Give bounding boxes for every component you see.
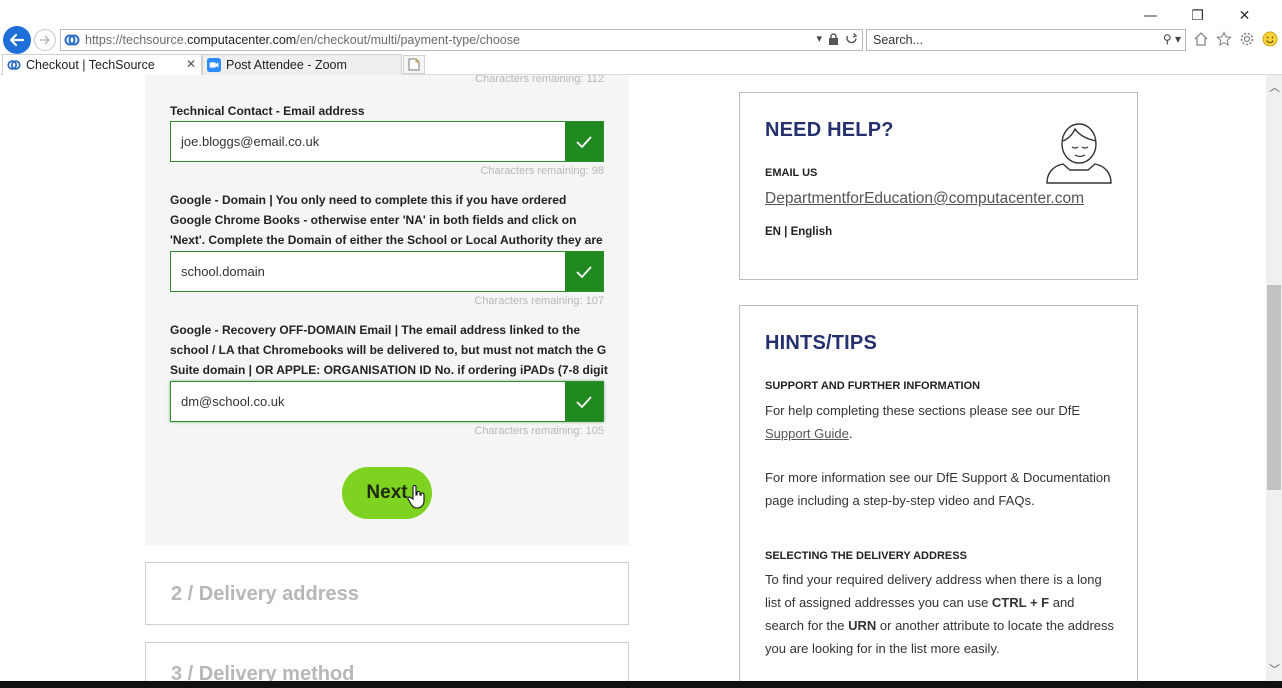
page-content: Characters remaining: 112 Technical Cont…: [0, 75, 1266, 681]
address-url: https://techsource.computacenter.com/en/…: [85, 33, 520, 47]
address-domain: computacenter.com: [187, 33, 297, 47]
chars-remaining: Characters remaining: 112: [475, 75, 604, 85]
new-tab-button[interactable]: [403, 55, 425, 74]
gear-icon[interactable]: [1238, 30, 1256, 48]
zoom-video-icon: [207, 58, 221, 72]
tab-label: Checkout | TechSource: [26, 58, 155, 72]
search-icon[interactable]: ⚲ ▾: [1163, 32, 1181, 46]
page-scrollbar[interactable]: ︿ ﹀: [1266, 75, 1282, 681]
taskbar-edge: [0, 681, 1282, 688]
favorites-star-icon[interactable]: [1215, 30, 1233, 48]
new-tab-icon: [408, 58, 420, 71]
tab-strip: Checkout | TechSource ✕ Post Attendee - …: [0, 54, 1282, 75]
address-path: /en/checkout/multi/payment-type/choose: [296, 33, 520, 47]
keyboard-shortcut: CTRL + F: [991, 595, 1050, 610]
arrow-left-icon: [9, 33, 25, 47]
step-delivery-address[interactable]: 2 / Delivery address: [145, 562, 629, 625]
dropdown-arrow-icon[interactable]: ▾: [816, 32, 822, 45]
urn-term: URN: [848, 618, 877, 633]
lock-icon[interactable]: [828, 32, 839, 45]
delivery-address-heading: SELECTING THE DELIVERY ADDRESS: [765, 550, 967, 562]
hints-tips-panel: HINTS/TIPS SUPPORT AND FURTHER INFORMATI…: [739, 305, 1138, 681]
hints-tips-title: HINTS/TIPS: [765, 332, 878, 354]
browser-toolbar-icons: [1192, 30, 1279, 48]
check-icon: [565, 122, 603, 161]
need-help-title: NEED HELP?: [765, 119, 894, 141]
navigation-row: https://techsource.computacenter.com/en/…: [0, 26, 1282, 54]
google-recovery-email-field[interactable]: dm@school.co.uk: [170, 381, 604, 422]
support-heading: SUPPORT AND FURTHER INFORMATION: [765, 380, 981, 392]
check-icon: [565, 382, 603, 421]
hand-cursor-icon: [407, 485, 425, 509]
tab-checkout[interactable]: Checkout | TechSource ✕: [2, 54, 202, 75]
next-button-label: Next: [366, 482, 408, 503]
tab-zoom[interactable]: Post Attendee - Zoom: [202, 54, 402, 75]
home-icon[interactable]: [1192, 30, 1210, 48]
scrollbar-thumb[interactable]: [1267, 285, 1281, 490]
support-text-end: .: [848, 426, 853, 441]
smiley-feedback-icon[interactable]: [1261, 30, 1279, 48]
close-window-button[interactable]: ✕: [1221, 6, 1268, 26]
search-input[interactable]: Search... ⚲ ▾: [866, 29, 1186, 51]
support-paragraph: For help completing these sections pleas…: [765, 399, 1115, 445]
field-value: joe.bloggs@email.co.uk: [181, 134, 320, 149]
language-selector[interactable]: EN | English: [765, 226, 832, 238]
email-us-heading: EMAIL US: [765, 167, 818, 179]
back-button[interactable]: [3, 26, 31, 54]
close-tab-icon[interactable]: ✕: [186, 57, 196, 71]
browser-chrome: — ❐ ✕ https://techsource.computacenter.c…: [0, 0, 1282, 75]
step-delivery-method[interactable]: 3 / Delivery method: [145, 642, 629, 681]
support-text: For help completing these sections pleas…: [765, 403, 1081, 418]
site-favicon-icon: [64, 34, 80, 46]
chars-remaining: Characters remaining: 98: [480, 165, 604, 177]
chars-remaining: Characters remaining: 107: [474, 295, 604, 307]
chevron-up-icon[interactable]: ︿: [1269, 79, 1280, 95]
step-title: 2 / Delivery address: [171, 583, 359, 605]
address-bar[interactable]: https://techsource.computacenter.com/en/…: [60, 29, 863, 51]
more-info-paragraph: For more information see our DfE Support…: [765, 470, 1111, 508]
support-guide-link[interactable]: Support Guide: [765, 426, 849, 441]
support-email-link[interactable]: DepartmentforEducation@computacenter.com: [765, 187, 1115, 210]
technical-contact-email-label: Technical Contact - Email address: [170, 104, 365, 118]
search-placeholder: Search...: [873, 33, 924, 47]
need-help-panel: NEED HELP? EMAIL US DepartmentforEducati…: [739, 92, 1138, 280]
address-prefix: https://techsource.: [85, 33, 188, 47]
chars-remaining: Characters remaining: 105: [474, 425, 604, 437]
site-favicon-icon: [7, 60, 21, 70]
delivery-address-paragraph: To find your required delivery address w…: [765, 568, 1115, 660]
field-value: dm@school.co.uk: [181, 394, 285, 409]
step-title: 3 / Delivery method: [171, 663, 355, 681]
restore-button[interactable]: ❐: [1174, 6, 1221, 26]
google-domain-field[interactable]: school.domain: [170, 251, 604, 292]
tab-label: Post Attendee - Zoom: [226, 58, 347, 72]
check-icon: [565, 252, 603, 291]
support-agent-icon: [1046, 123, 1112, 184]
arrow-right-icon: [40, 35, 51, 45]
chevron-down-icon[interactable]: ﹀: [1269, 661, 1280, 677]
technical-contact-email-field[interactable]: joe.bloggs@email.co.uk: [170, 121, 604, 162]
forward-button[interactable]: [34, 29, 56, 51]
field-value: school.domain: [181, 264, 265, 279]
minimize-button[interactable]: —: [1127, 6, 1174, 26]
address-tools: ▾: [816, 32, 858, 45]
window-controls: — ❐ ✕: [1127, 6, 1268, 26]
refresh-icon[interactable]: [845, 32, 858, 45]
